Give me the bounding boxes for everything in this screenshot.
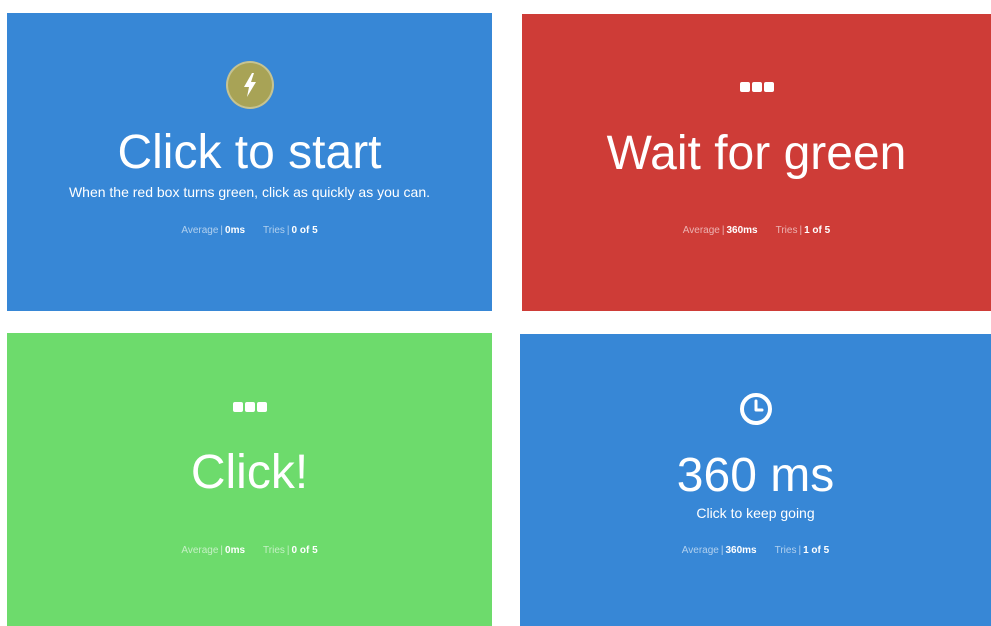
stat-separator: | bbox=[286, 545, 290, 556]
average-value: 0ms bbox=[225, 225, 246, 236]
result-panel[interactable]: 360 ms Click to keep going Average | 360ms… bbox=[520, 334, 991, 626]
tries-value: 0 of 5 bbox=[291, 225, 318, 236]
wait-panel[interactable]: Wait for green Average | 360ms Tries | 1 of 5 bbox=[522, 14, 991, 311]
ellipsis-icon bbox=[231, 402, 269, 414]
wait-heading: Wait for green bbox=[606, 127, 907, 180]
stat-separator: | bbox=[721, 225, 725, 236]
stat-separator: | bbox=[220, 545, 224, 556]
ellipsis-icon bbox=[738, 82, 776, 94]
stat-separator: | bbox=[286, 225, 290, 236]
wait-stats: Average | 360ms Tries | 1 of 5 bbox=[522, 224, 991, 238]
start-stats: Average | 0ms Tries | 0 of 5 bbox=[7, 224, 492, 238]
stat-separator: | bbox=[798, 545, 802, 556]
click-heading: Click! bbox=[190, 446, 309, 499]
start-instructions: When the red box turns green, click as q… bbox=[68, 184, 431, 200]
clock-icon bbox=[738, 391, 774, 427]
tries-label: Tries bbox=[263, 545, 285, 556]
average-label: Average bbox=[681, 545, 719, 556]
keep-going-text: Click to keep going bbox=[696, 505, 815, 521]
stat-separator: | bbox=[799, 225, 803, 236]
average-value: 360ms bbox=[725, 545, 757, 556]
click-stats: Average | 0ms Tries | 0 of 5 bbox=[7, 544, 492, 558]
average-value: 360ms bbox=[726, 225, 758, 236]
start-panel[interactable]: Click to start When the red box turns gr… bbox=[7, 13, 492, 311]
tries-value: 1 of 5 bbox=[804, 225, 831, 236]
average-value: 0ms bbox=[225, 545, 246, 556]
tries-label: Tries bbox=[774, 545, 797, 556]
average-label: Average bbox=[181, 545, 219, 556]
stat-separator: | bbox=[720, 545, 724, 556]
average-label: Average bbox=[682, 225, 720, 236]
tries-value: 1 of 5 bbox=[803, 545, 830, 556]
start-heading: Click to start bbox=[117, 126, 382, 179]
stat-separator: | bbox=[220, 225, 224, 236]
tries-label: Tries bbox=[775, 225, 798, 236]
click-panel[interactable]: Click! Average | 0ms Tries | 0 of 5 bbox=[7, 333, 492, 626]
average-label: Average bbox=[181, 225, 219, 236]
tries-label: Tries bbox=[263, 225, 285, 236]
lightning-bolt-icon bbox=[225, 61, 274, 109]
tries-value: 0 of 5 bbox=[291, 545, 318, 556]
result-stats: Average | 360ms Tries | 1 of 5 bbox=[520, 544, 991, 558]
reaction-time-heading: 360 ms bbox=[676, 449, 835, 502]
